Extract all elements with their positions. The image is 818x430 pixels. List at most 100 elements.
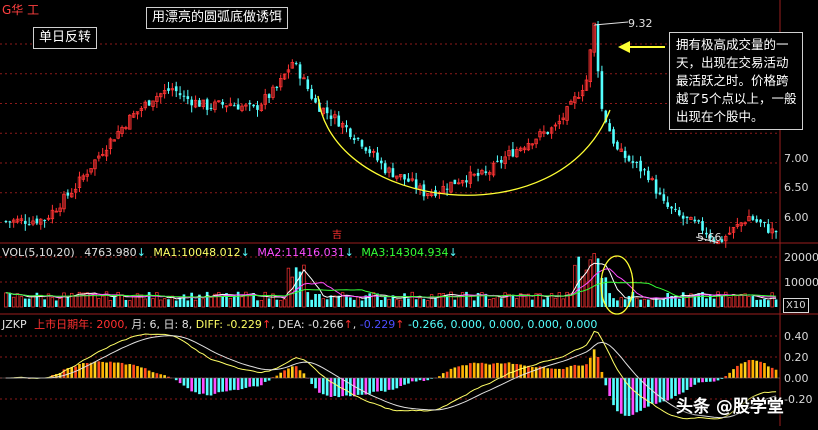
candle-body (662, 194, 666, 201)
candle-body (391, 168, 395, 178)
volume-bar (727, 297, 732, 308)
volume-bar (561, 298, 565, 308)
candle-body (221, 101, 224, 105)
volume-bar (58, 297, 62, 308)
volume-bar (612, 298, 615, 307)
candle-body (35, 218, 39, 224)
ma2-value: 11416.031 (285, 246, 345, 259)
volume-bar (515, 298, 519, 308)
ma2-arrow: ↓ (344, 246, 354, 259)
candle-body (380, 160, 383, 164)
candle-body (66, 192, 70, 196)
volume-bar (131, 295, 136, 308)
candle-body (27, 224, 31, 226)
candle-body (639, 160, 642, 172)
volume-bar (763, 298, 766, 307)
stock-name: G华 工 (2, 3, 40, 17)
volume-bar (770, 292, 774, 308)
sep-2: , (352, 318, 357, 331)
candle-body (678, 210, 681, 216)
candle-body (345, 125, 348, 128)
volume-bar (681, 292, 685, 307)
volume-bar (495, 295, 500, 308)
volume-bar (735, 295, 740, 308)
volume-bar (530, 299, 534, 307)
single-day-reversal-box: 单日反转 (33, 27, 98, 49)
volume-ma3-line (5, 281, 777, 298)
candle-body (306, 79, 310, 90)
volume-ma2-line (5, 268, 777, 299)
candle-body (8, 221, 12, 223)
volume-bar (27, 298, 31, 307)
macd-tick-neg020: -0.20 (784, 393, 813, 406)
candle-body (178, 93, 182, 96)
volume-bar (248, 295, 252, 308)
candle-body (352, 138, 356, 140)
volume-bar (759, 299, 762, 307)
candle-body (701, 221, 704, 231)
candle-body (43, 219, 46, 222)
candle-body (612, 129, 615, 144)
candle-body (403, 174, 406, 180)
volume-bar (267, 298, 271, 307)
candle-body (453, 179, 457, 185)
candle-body (256, 105, 259, 110)
ma2-label: MA2: (257, 246, 286, 259)
sep-1: , (271, 318, 275, 331)
candle-body (329, 115, 333, 119)
volume-bar (453, 299, 457, 307)
candle-body (174, 86, 178, 92)
volume-bar (221, 295, 224, 307)
candle-body (616, 141, 619, 150)
volume-bar (4, 292, 8, 308)
chart-title-box: 用漂亮的圆弧底做诱饵 (146, 7, 289, 29)
candle-body (356, 137, 360, 139)
candle-body (763, 221, 766, 223)
candle-body (670, 206, 673, 209)
volume-bar (345, 296, 348, 307)
volume-bar (457, 295, 461, 308)
candle-body (755, 219, 759, 222)
volume-bar (352, 299, 356, 307)
volume-latest: 4763.980 (84, 246, 137, 259)
diff-arrow: ↑ (261, 318, 272, 331)
volume-bar (596, 258, 600, 307)
candle-body (414, 179, 418, 189)
volume-bar (108, 300, 113, 308)
volume-bar (592, 253, 596, 308)
ex-rights-mark: 吉 (332, 230, 342, 241)
volume-bar (557, 292, 562, 308)
volume-bar (553, 297, 558, 308)
candle-body (205, 99, 209, 110)
candle-body (298, 64, 302, 79)
candle-body (496, 160, 499, 162)
volume-bar (282, 298, 287, 308)
volume-bar (128, 300, 132, 308)
volume-bar (418, 297, 422, 308)
volume-bar (677, 298, 681, 307)
candle-body (147, 100, 151, 106)
volume-bar (97, 298, 101, 308)
volume-bar (286, 267, 291, 308)
volume-bar (488, 298, 492, 308)
candle-body (232, 105, 236, 107)
macd-tick-040: 0.40 (784, 330, 809, 343)
volume-legend: VOL(5,10,20) 4763.980↓ MA1:10048.012↓ MA… (2, 246, 458, 259)
volume-bar (263, 291, 267, 308)
volume-bar (259, 300, 264, 308)
dea-arrow: ↑ (343, 318, 353, 331)
ma3-label: MA3: (361, 246, 390, 259)
candle-body (360, 140, 364, 147)
volume-indicator-name: VOL(5,10,20) (2, 246, 75, 259)
volume-bar (445, 295, 449, 307)
volume-bar (256, 300, 259, 307)
candle-body (190, 99, 193, 106)
candle-body (774, 230, 778, 233)
volume-bar (379, 300, 383, 307)
candle-body (376, 152, 379, 161)
volume-bar (205, 291, 209, 307)
volume-note-line-3: 最活跃之时。价格跨 (676, 73, 789, 88)
volume-bar (584, 269, 589, 308)
volume-bar (619, 297, 623, 308)
volume-bar (747, 296, 751, 308)
